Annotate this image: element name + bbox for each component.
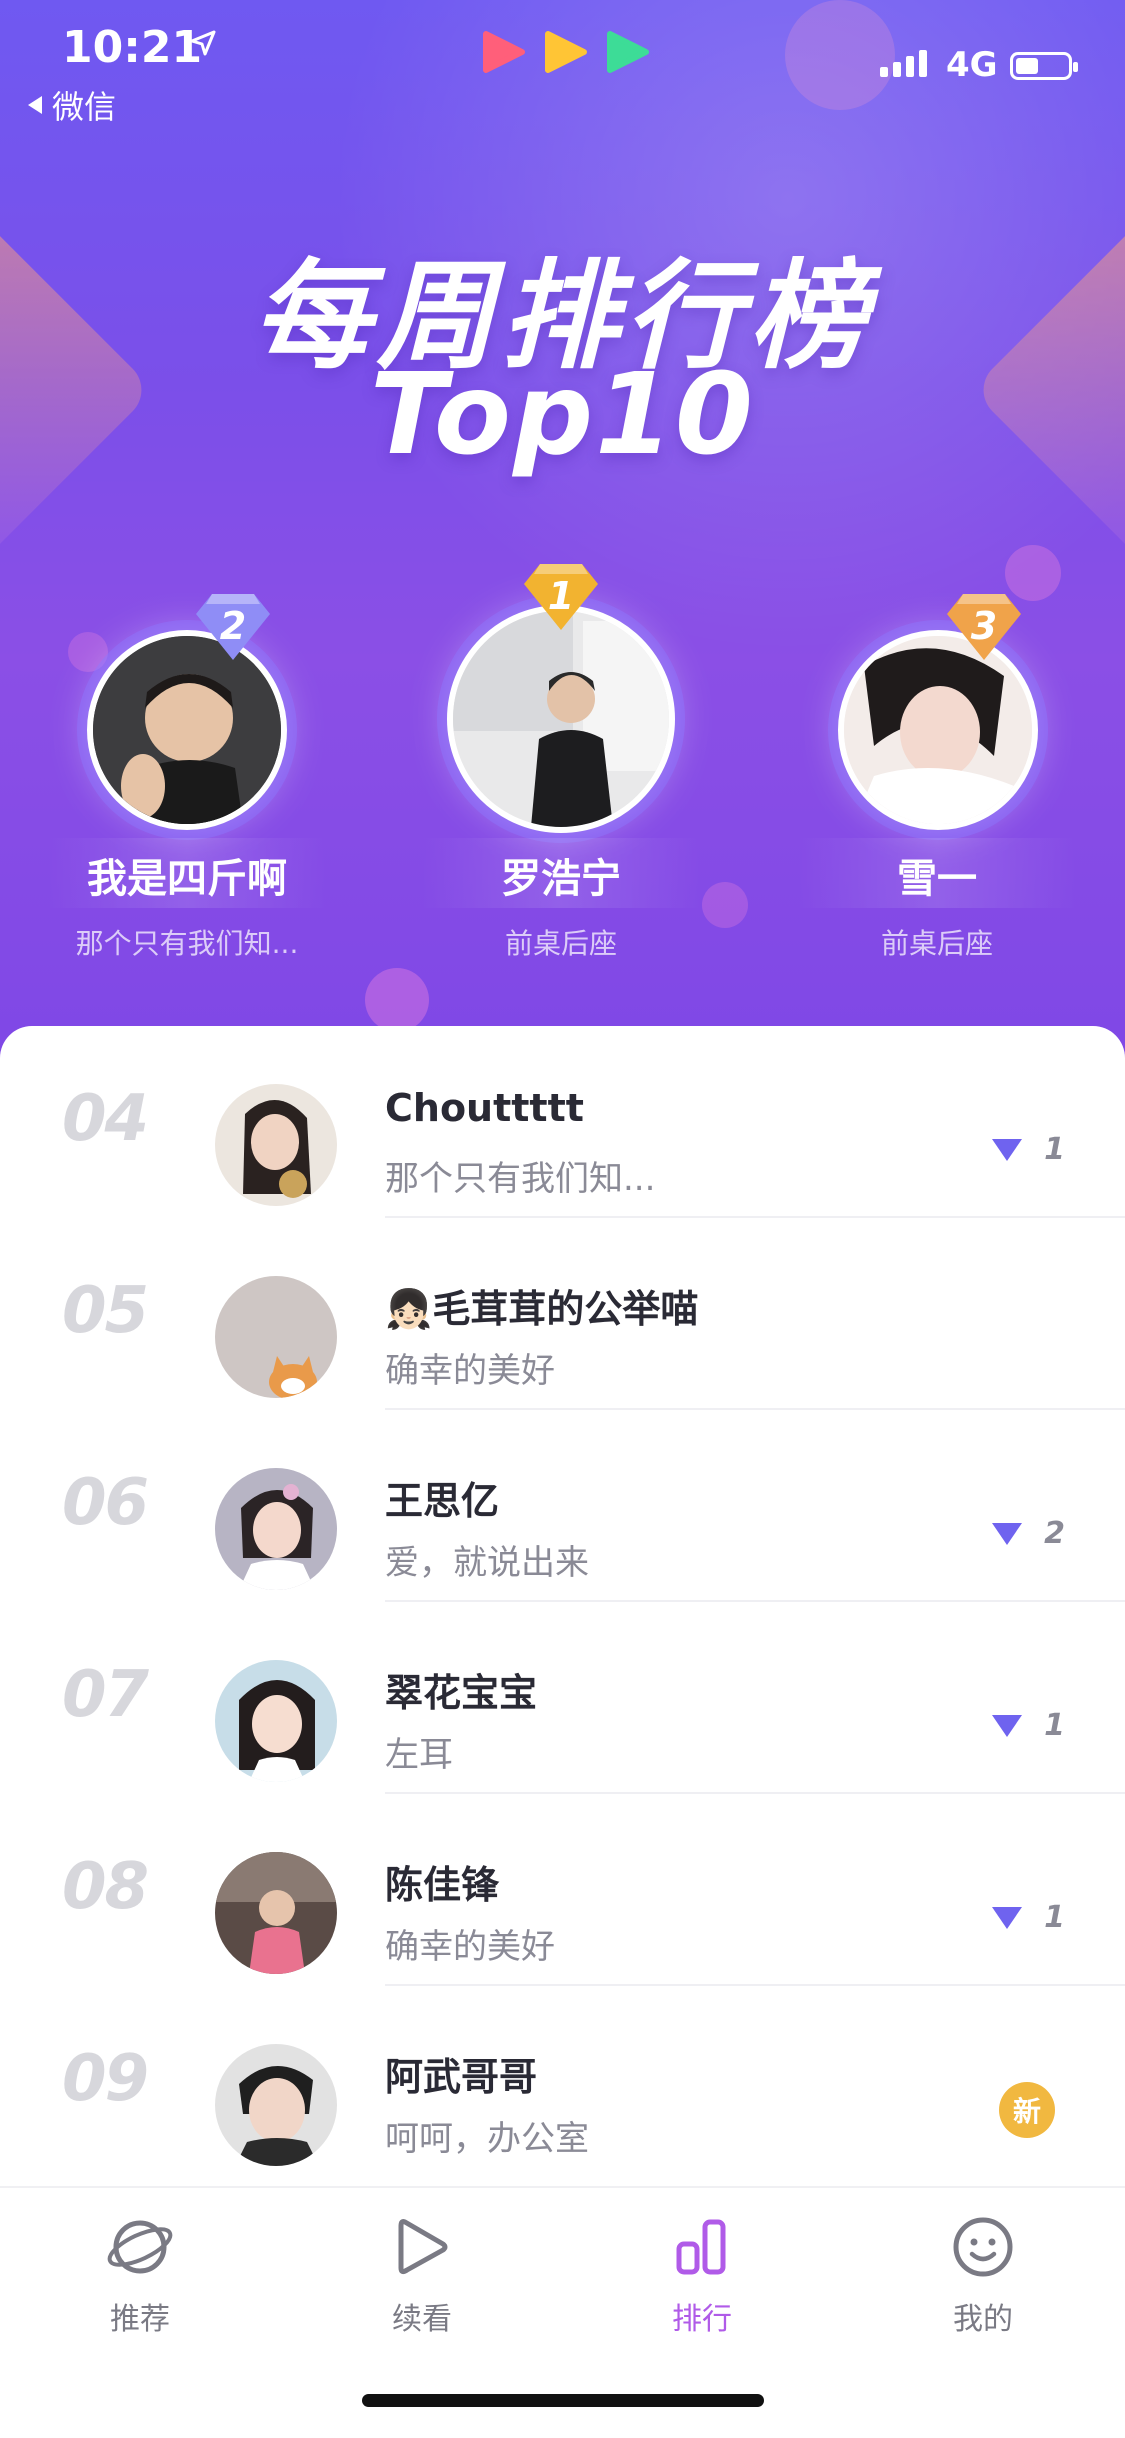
avatar[interactable] xyxy=(215,1084,337,1206)
tab-mine[interactable]: 我的 xyxy=(873,2212,1093,2338)
rank-number: 04 xyxy=(62,1082,149,1156)
podium-desc: 前桌后座 xyxy=(504,927,617,960)
decor-bubble xyxy=(68,632,108,672)
tab-recommend[interactable]: 推荐 xyxy=(30,2212,250,2338)
trend-indicator: 1 xyxy=(992,1708,1065,1743)
item-title: 王思亿 xyxy=(385,1479,500,1523)
decor-bubble xyxy=(785,0,895,110)
podium-name: 雪一 xyxy=(897,856,977,902)
rank-number: 2 xyxy=(219,604,247,648)
tab-label: 推荐 xyxy=(110,2302,170,2337)
page-subtitle: Top10 xyxy=(370,350,755,480)
list-item[interactable]: 09 阿武哥哥 呵呵，办公室 新 xyxy=(0,1986,1125,2178)
rank-number: 05 xyxy=(62,1274,149,1348)
list-item[interactable]: 05 👧🏻毛茸茸的公举喵 确幸的美好 xyxy=(0,1218,1125,1410)
rank-number: 08 xyxy=(62,1850,149,1924)
back-label: 微信 xyxy=(52,88,117,126)
rank-number: 3 xyxy=(970,604,998,648)
rank-number: 1 xyxy=(547,574,575,618)
tab-label: 排行 xyxy=(672,2302,732,2337)
podium-name: 罗浩宁 xyxy=(501,856,621,902)
trend-indicator: 2 xyxy=(992,1516,1065,1551)
list-item[interactable]: 08 陈佳锋 确幸的美好 1 xyxy=(0,1794,1125,1986)
item-title: 陈佳锋 xyxy=(385,1863,500,1907)
item-title: 👧🏻毛茸茸的公举喵 xyxy=(385,1287,699,1331)
list-item[interactable]: 07 翠花宝宝 左耳 1 xyxy=(0,1602,1125,1794)
trend-down-icon xyxy=(992,1522,1023,1545)
item-subtitle: 确幸的美好 xyxy=(385,1351,555,1391)
trend-down-icon xyxy=(992,1138,1023,1161)
rank-badge-gold: 1 xyxy=(522,560,600,632)
podium-desc: 前桌后座 xyxy=(880,927,993,960)
avatar[interactable] xyxy=(215,1852,337,1974)
item-title: 阿武哥哥 xyxy=(385,2055,538,2099)
home-indicator[interactable] xyxy=(362,2394,764,2407)
trend-value: 1 xyxy=(1044,1900,1065,1935)
hero-banner: 10:21 微信 4G 每周排行榜 Top10 1 罗浩宁 前桌后座 2 我是四… xyxy=(0,0,1125,1100)
trend-value: 1 xyxy=(1044,1132,1065,1167)
rank-badge-silver: 2 xyxy=(194,590,272,662)
ranking-icon xyxy=(676,2219,726,2275)
back-to-wechat-button[interactable]: 微信 xyxy=(28,82,116,128)
rank-badge-bronze: 3 xyxy=(945,590,1023,662)
planet-icon xyxy=(107,2220,173,2274)
item-subtitle: 左耳 xyxy=(385,1735,453,1775)
tab-continue[interactable]: 续看 xyxy=(312,2212,532,2338)
podium-desc: 那个只有我们知... xyxy=(75,927,299,960)
play-icon xyxy=(398,2219,448,2275)
item-title: 翠花宝宝 xyxy=(385,1671,538,1715)
trend-down-icon xyxy=(992,1906,1023,1929)
item-subtitle: 呵呵，办公室 xyxy=(385,2119,589,2159)
avatar[interactable] xyxy=(215,1276,337,1398)
tab-ranking[interactable]: 排行 xyxy=(592,2212,812,2338)
rank-number: 09 xyxy=(62,2042,149,2116)
rank-number: 07 xyxy=(62,1658,149,1732)
item-subtitle: 爱，就说出来 xyxy=(385,1543,589,1583)
smiley-icon xyxy=(953,2217,1013,2277)
podium-name: 我是四斤啊 xyxy=(87,856,287,902)
tab-label: 续看 xyxy=(392,2302,452,2337)
avatar[interactable] xyxy=(215,1468,337,1590)
decor-bubble xyxy=(365,968,429,1032)
network-type: 4G xyxy=(946,45,998,85)
trend-indicator: 1 xyxy=(992,1132,1065,1167)
avatar[interactable] xyxy=(447,605,675,833)
ranking-list: 04 Chouttttt 那个只有我们知... 1 05 👧🏻毛茸茸的公举喵 确… xyxy=(0,1026,1125,2186)
rank-number: 06 xyxy=(62,1466,149,1540)
trend-value: 1 xyxy=(1044,1708,1065,1743)
item-subtitle: 确幸的美好 xyxy=(385,1927,555,1967)
battery-icon xyxy=(1010,52,1078,80)
app-logo xyxy=(483,31,649,73)
new-badge: 新 xyxy=(999,2082,1055,2138)
trend-indicator: 1 xyxy=(992,1900,1065,1935)
item-title: Chouttttt xyxy=(385,1086,584,1130)
location-arrow-icon xyxy=(190,30,216,56)
list-item[interactable]: 06 王思亿 爱，就说出来 2 xyxy=(0,1410,1125,1602)
item-subtitle: 那个只有我们知... xyxy=(385,1159,656,1199)
list-item[interactable]: 04 Chouttttt 那个只有我们知... 1 xyxy=(0,1026,1125,1218)
trend-down-icon xyxy=(992,1714,1023,1737)
status-time: 10:21 xyxy=(62,22,203,73)
back-arrow-icon xyxy=(28,96,42,114)
avatar[interactable] xyxy=(215,2044,337,2166)
signal-strength-icon xyxy=(880,50,927,77)
tab-label: 我的 xyxy=(953,2302,1013,2337)
trend-value: 2 xyxy=(1044,1516,1065,1551)
avatar[interactable] xyxy=(215,1660,337,1782)
